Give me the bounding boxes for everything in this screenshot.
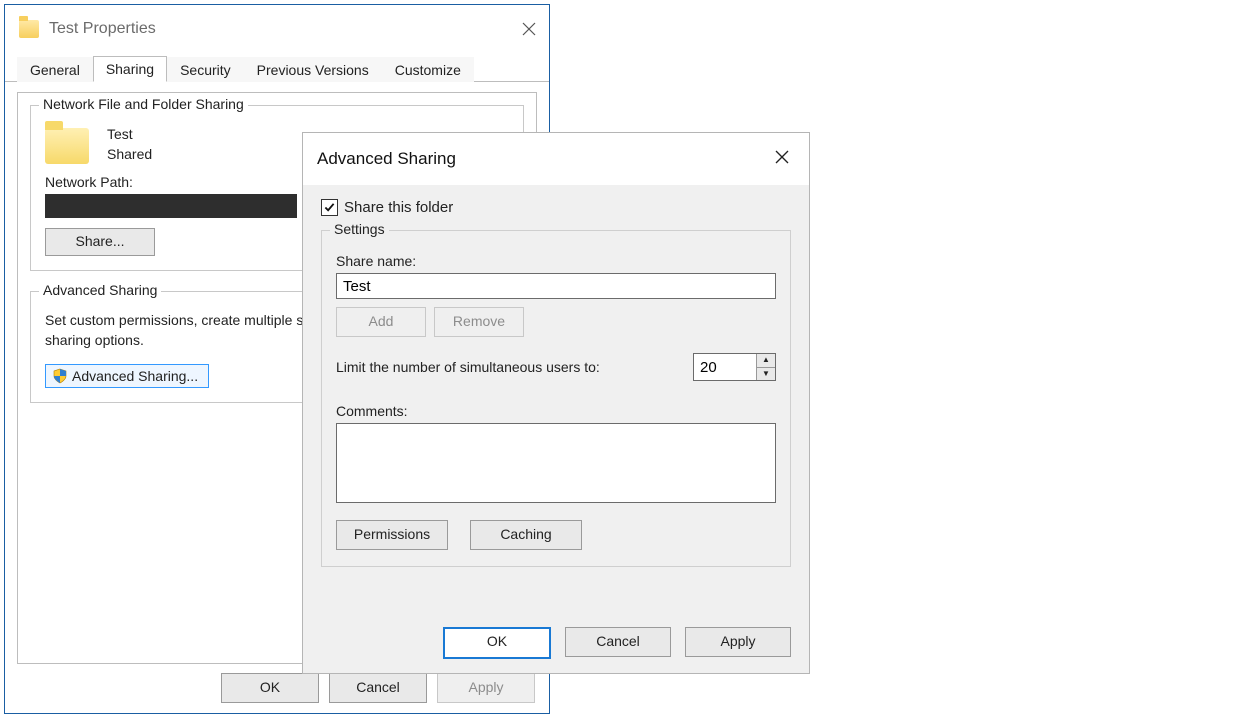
tab-general[interactable]: General (17, 57, 93, 82)
tab-security[interactable]: Security (167, 57, 244, 82)
tabs: General Sharing Security Previous Versio… (5, 53, 549, 82)
tab-sharing[interactable]: Sharing (93, 56, 167, 82)
folder-icon (45, 128, 89, 164)
folder-info: Test Shared (107, 124, 152, 164)
limit-spinner[interactable]: ▲ ▼ (693, 353, 776, 381)
permissions-button[interactable]: Permissions (336, 520, 448, 550)
apply-button[interactable]: Apply (685, 627, 791, 657)
dialog-title: Advanced Sharing (317, 149, 456, 169)
advanced-sharing-button-label: Advanced Sharing... (72, 368, 198, 384)
advanced-sharing-dialog: Advanced Sharing Share this folder Setti… (302, 132, 810, 674)
network-sharing-legend: Network File and Folder Sharing (39, 96, 248, 112)
close-icon[interactable] (519, 19, 539, 39)
share-status: Shared (107, 144, 152, 164)
settings-legend: Settings (330, 221, 389, 237)
limit-label: Limit the number of simultaneous users t… (336, 359, 600, 375)
ok-button[interactable]: OK (443, 627, 551, 659)
dialog-body: Share this folder Settings Share name: A… (303, 185, 809, 577)
comments-label: Comments: (336, 403, 776, 419)
window-title: Test Properties (49, 20, 519, 38)
share-this-folder-checkbox[interactable] (321, 199, 338, 216)
advanced-sharing-button[interactable]: Advanced Sharing... (45, 364, 209, 388)
dialog-button-row: OK Cancel Apply (303, 627, 809, 659)
share-button[interactable]: Share... (45, 228, 155, 256)
advanced-sharing-legend: Advanced Sharing (39, 282, 161, 298)
cancel-button[interactable]: Cancel (565, 627, 671, 657)
close-icon[interactable] (775, 149, 795, 169)
cancel-button[interactable]: Cancel (329, 673, 427, 703)
dialog-titlebar[interactable]: Advanced Sharing (303, 133, 809, 185)
tab-previous-versions[interactable]: Previous Versions (244, 57, 382, 82)
comments-input[interactable] (336, 423, 776, 503)
shield-icon (52, 368, 68, 384)
remove-button[interactable]: Remove (434, 307, 524, 337)
properties-button-row: OK Cancel Apply (221, 673, 535, 703)
share-this-folder-row[interactable]: Share this folder (321, 199, 791, 216)
caching-button[interactable]: Caching (470, 520, 582, 550)
add-button[interactable]: Add (336, 307, 426, 337)
limit-value-input[interactable] (694, 354, 756, 380)
properties-titlebar[interactable]: Test Properties (5, 5, 549, 53)
folder-name: Test (107, 124, 152, 144)
settings-group: Settings Share name: Add Remove Limit th… (321, 230, 791, 567)
tab-customize[interactable]: Customize (382, 57, 474, 82)
apply-button[interactable]: Apply (437, 673, 535, 703)
share-this-folder-label: Share this folder (344, 199, 453, 216)
ok-button[interactable]: OK (221, 673, 319, 703)
spinner-up-icon[interactable]: ▲ (757, 354, 775, 368)
network-path-value[interactable] (45, 194, 297, 218)
folder-icon (19, 20, 39, 38)
spinner-down-icon[interactable]: ▼ (757, 368, 775, 381)
share-name-input[interactable] (336, 273, 776, 299)
share-name-label: Share name: (336, 253, 776, 269)
